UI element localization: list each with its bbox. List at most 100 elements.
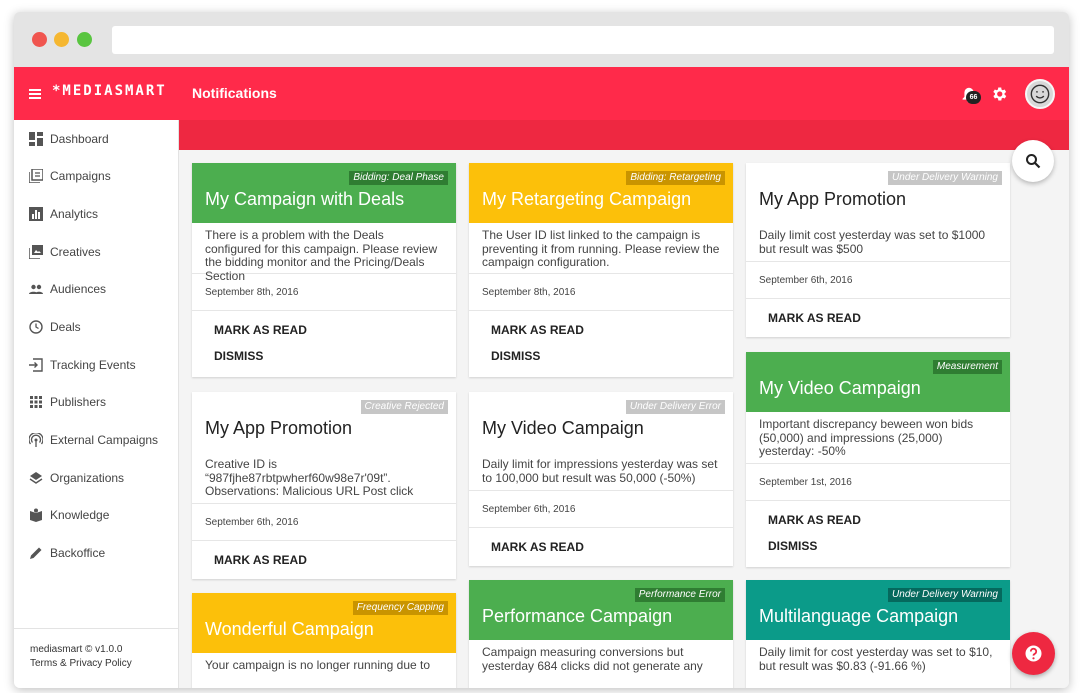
- sidebar-item-creatives[interactable]: Creatives: [14, 235, 179, 269]
- campaign-title[interactable]: My App Promotion: [759, 189, 906, 210]
- notification-date: September 6th, 2016: [746, 262, 1010, 299]
- minimize-window-button[interactable]: [54, 32, 69, 47]
- notification-card: Creative Rejected My App Promotion Creat…: [192, 392, 456, 579]
- gear-icon[interactable]: [990, 85, 1008, 103]
- campaign-title[interactable]: Multilanguage Campaign: [759, 606, 958, 627]
- notification-date: September 8th, 2016: [469, 274, 733, 311]
- pencil-icon: [30, 547, 42, 559]
- user-avatar[interactable]: [1025, 79, 1055, 109]
- notification-card: Performance Error Performance Campaign C…: [469, 580, 733, 688]
- privacy-policy-link[interactable]: Privacy Policy: [69, 658, 131, 669]
- tracking-icon: [29, 358, 43, 372]
- sidebar-item-label: Creatives: [50, 245, 101, 259]
- sidebar-item-label: Publishers: [50, 395, 107, 409]
- dismiss-button[interactable]: DISMISS: [768, 539, 1010, 565]
- mark-as-read-button[interactable]: MARK AS READ: [214, 553, 456, 579]
- sidebar-item-label: External Campaigns: [50, 433, 159, 447]
- audiences-icon: [29, 284, 43, 294]
- notification-date: September 6th, 2016: [192, 504, 456, 541]
- sidebar: Dashboard Campaigns Analytics Creatives …: [14, 120, 179, 688]
- campaign-title[interactable]: My Video Campaign: [759, 378, 921, 399]
- book-icon: [30, 508, 42, 522]
- notification-type-tag: Under Delivery Error: [625, 400, 725, 414]
- campaign-title[interactable]: My App Promotion: [205, 418, 352, 439]
- notification-card: Frequency Capping Wonderful Campaign You…: [192, 593, 456, 688]
- card-header: Bidding: Retargeting My Retargeting Camp…: [469, 163, 733, 223]
- sidebar-item-label: Deals: [50, 320, 81, 334]
- dashboard-icon: [29, 132, 43, 146]
- card-header: Under Delivery Warning My App Promotion: [746, 163, 1010, 223]
- notification-card: Under Delivery Warning Multilanguage Cam…: [746, 580, 1010, 688]
- mark-as-read-button[interactable]: MARK AS READ: [768, 513, 1010, 539]
- card-header: Performance Error Performance Campaign: [469, 580, 733, 640]
- sidebar-item-tracking-events[interactable]: Tracking Events: [14, 348, 179, 382]
- mark-as-read-button[interactable]: MARK AS READ: [491, 540, 733, 566]
- app-version: mediasmart © v1.0.0: [30, 644, 123, 655]
- sidebar-item-backoffice[interactable]: Backoffice: [14, 536, 179, 570]
- notification-count-badge: 66: [966, 91, 981, 104]
- notification-card: Bidding: Retargeting My Retargeting Camp…: [469, 163, 733, 377]
- help-icon: [1025, 645, 1042, 662]
- sidebar-item-analytics[interactable]: Analytics: [14, 197, 179, 231]
- sidebar-item-label: Backoffice: [50, 546, 106, 560]
- maximize-window-button[interactable]: [77, 32, 92, 47]
- sidebar-item-label: Knowledge: [50, 508, 110, 522]
- layers-icon: [29, 472, 43, 484]
- notification-type-tag: Bidding: Retargeting: [626, 171, 725, 185]
- campaign-title[interactable]: My Retargeting Campaign: [482, 189, 691, 210]
- brand-logo[interactable]: *MEDIASMART: [52, 83, 167, 99]
- notification-date: September 6th, 2016: [469, 491, 733, 528]
- card-header: Creative Rejected My App Promotion: [192, 392, 456, 452]
- header-subbar: [179, 120, 1069, 150]
- card-header: Measurement My Video Campaign: [746, 352, 1010, 412]
- notification-message: There is a problem with the Deals config…: [192, 223, 456, 282]
- campaign-title[interactable]: My Video Campaign: [482, 418, 644, 439]
- sidebar-footer: mediasmart © v1.0.0 Terms & Privacy Poli…: [14, 628, 179, 688]
- sidebar-item-deals[interactable]: Deals: [14, 310, 179, 344]
- notification-card: Bidding: Deal Phase My Campaign with Dea…: [192, 163, 456, 377]
- notification-card: Under Delivery Warning My App Promotion …: [746, 163, 1010, 337]
- terms-link[interactable]: Terms: [30, 658, 57, 669]
- card-header: Under Delivery Warning Multilanguage Cam…: [746, 580, 1010, 640]
- mark-as-read-button[interactable]: MARK AS READ: [491, 323, 733, 349]
- search-icon: [1026, 154, 1041, 169]
- dismiss-button[interactable]: DISMISS: [491, 349, 733, 375]
- notification-type-tag: Under Delivery Warning: [888, 171, 1002, 185]
- dismiss-button[interactable]: DISMISS: [214, 349, 456, 375]
- hamburger-menu-icon[interactable]: [29, 89, 41, 99]
- sidebar-item-knowledge[interactable]: Knowledge: [14, 498, 179, 532]
- address-bar[interactable]: [112, 26, 1054, 54]
- sidebar-item-label: Dashboard: [50, 132, 109, 146]
- campaign-title[interactable]: Wonderful Campaign: [205, 619, 374, 640]
- notification-message: Creative ID is “987fjhe87rbtpwherf60w98e…: [192, 452, 456, 504]
- card-header: Frequency Capping Wonderful Campaign: [192, 593, 456, 653]
- help-button[interactable]: [1012, 632, 1055, 675]
- page-title: Notifications: [192, 85, 277, 101]
- sidebar-item-publishers[interactable]: Publishers: [14, 385, 179, 419]
- notification-message: Your campaign is no longer running due t…: [205, 658, 431, 672]
- notification-type-tag: Bidding: Deal Phase: [349, 171, 448, 185]
- sidebar-item-external-campaigns[interactable]: External Campaigns: [14, 423, 179, 457]
- notification-message: Daily limit for cost yesterday was set t…: [759, 645, 993, 673]
- search-button[interactable]: [1012, 140, 1054, 182]
- notification-date: September 1st, 2016: [746, 464, 1010, 501]
- campaign-title[interactable]: My Campaign with Deals: [205, 189, 404, 210]
- sidebar-item-audiences[interactable]: Audiences: [14, 272, 179, 306]
- sidebar-item-dashboard[interactable]: Dashboard: [14, 122, 179, 156]
- sidebar-item-campaigns[interactable]: Campaigns: [14, 159, 179, 193]
- notification-message: The User ID list linked to the campaign …: [469, 223, 733, 274]
- card-header: Bidding: Deal Phase My Campaign with Dea…: [192, 163, 456, 223]
- notification-message: Important discrepancy beween won bids (5…: [746, 412, 1010, 464]
- mark-as-read-button[interactable]: MARK AS READ: [214, 323, 456, 349]
- sidebar-item-organizations[interactable]: Organizations: [14, 461, 179, 495]
- browser-window: *MEDIASMART Notifications 66 Dashboard C…: [14, 12, 1069, 688]
- campaigns-icon: [29, 169, 43, 183]
- close-window-button[interactable]: [32, 32, 47, 47]
- campaign-title[interactable]: Performance Campaign: [482, 606, 672, 627]
- mark-as-read-button[interactable]: MARK AS READ: [768, 311, 1010, 337]
- sidebar-item-label: Audiences: [50, 282, 107, 296]
- sidebar-item-label: Analytics: [50, 207, 99, 221]
- notification-type-tag: Frequency Capping: [352, 601, 448, 615]
- app-header: *MEDIASMART Notifications 66: [14, 67, 1069, 120]
- sidebar-item-label: Campaigns: [50, 169, 111, 183]
